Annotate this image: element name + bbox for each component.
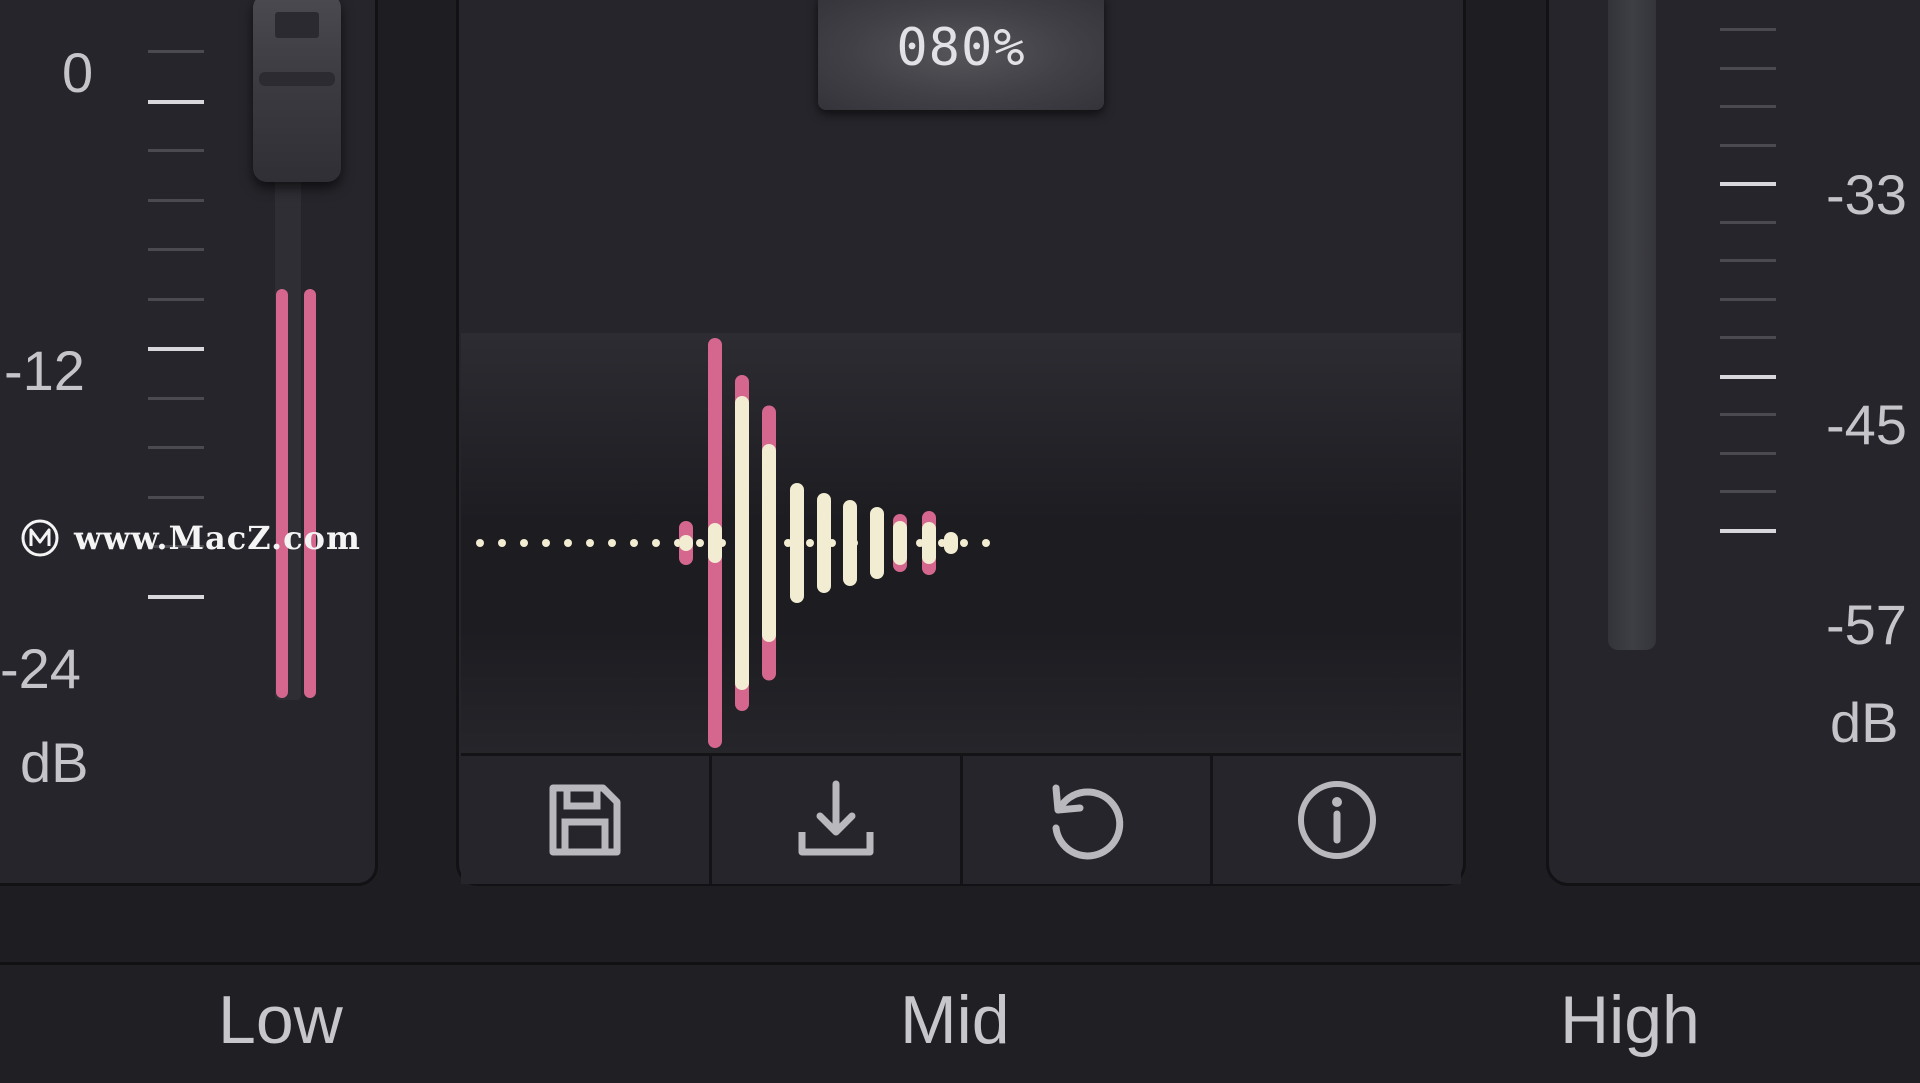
waveform-cream-bar <box>817 493 831 593</box>
waveform-dot <box>586 539 594 547</box>
scale-tick <box>148 248 204 251</box>
download-icon <box>798 780 874 856</box>
scale-tick <box>1720 490 1776 493</box>
low-unit-label: dB <box>20 731 89 794</box>
waveform-dot <box>608 539 616 547</box>
watermark: www.MacZ.com <box>20 518 361 558</box>
scale-tick <box>148 347 204 351</box>
scale-tick <box>148 99 204 104</box>
scale-tick <box>148 446 204 449</box>
waveform-cream-bar <box>679 535 693 551</box>
band-label-high[interactable]: High <box>1560 981 1700 1059</box>
scale-tick <box>1720 297 1776 301</box>
waveform-dot <box>542 539 550 547</box>
waveform-cream-bar <box>843 500 857 586</box>
scale-tick <box>1720 528 1776 533</box>
scale-tick <box>148 594 204 599</box>
waveform-dot <box>498 539 506 547</box>
waveform-cream-bar <box>735 396 749 690</box>
high-scale-label-57: -57 <box>1826 593 1907 656</box>
waveform-dot <box>696 539 704 547</box>
scale-tick <box>1720 66 1776 70</box>
waveform-dot <box>476 539 484 547</box>
info-icon <box>1298 781 1377 859</box>
high-unit-label: dB <box>1830 691 1899 754</box>
high-fader-track[interactable] <box>1608 0 1656 650</box>
save-button[interactable] <box>461 756 712 884</box>
scale-tick <box>148 297 204 301</box>
scale-tick <box>148 149 204 152</box>
scale-tick <box>1720 336 1776 339</box>
low-scale-label-0: 0 <box>62 41 94 104</box>
waveform-dot <box>806 539 814 547</box>
waveform-cream-bar <box>762 444 776 642</box>
band-label-low[interactable]: Low <box>218 981 343 1059</box>
scale-tick <box>148 396 204 400</box>
waveform-dot <box>564 539 572 547</box>
watermark-text: www.MacZ.com <box>74 519 361 557</box>
reset-button[interactable] <box>962 756 1214 884</box>
waveform-dot <box>520 539 528 547</box>
waveform-cream-bar <box>922 522 936 564</box>
reset-icon <box>1052 784 1124 860</box>
info-button[interactable] <box>1213 756 1461 884</box>
macz-logo-icon <box>21 519 59 557</box>
high-scale-label-33: -33 <box>1826 163 1907 226</box>
scale-tick <box>1720 182 1776 186</box>
waveform-dot <box>960 539 968 547</box>
band-label-mid[interactable]: Mid <box>900 981 1010 1059</box>
percent-value: 080% <box>896 18 1026 78</box>
percent-display[interactable]: 080% <box>818 0 1104 110</box>
toolbar <box>461 753 1461 884</box>
scale-tick <box>1720 374 1776 379</box>
waveform-cream-bar <box>708 523 722 563</box>
low-meter-left <box>276 289 288 698</box>
waveform-cream-bar <box>790 483 804 603</box>
waveform-dot <box>982 539 990 547</box>
low-scale-label-12: -12 <box>4 339 85 402</box>
scale-tick <box>1720 143 1776 147</box>
scale-tick <box>1720 105 1776 108</box>
scale-tick <box>148 198 204 202</box>
low-scale-label-24: -24 <box>0 637 81 700</box>
save-icon <box>549 784 621 856</box>
waveform-svg <box>476 338 990 748</box>
low-meter-right <box>304 289 316 698</box>
waveform-cream-bar <box>944 532 958 554</box>
waveform-dot <box>652 539 660 547</box>
waveform-dot <box>630 539 638 547</box>
low-fader-handle[interactable] <box>253 0 341 182</box>
high-scale-label-45: -45 <box>1826 393 1907 456</box>
download-button[interactable] <box>711 756 963 884</box>
scale-tick <box>148 50 204 53</box>
scale-tick <box>1720 413 1776 416</box>
waveform-display <box>461 333 1461 753</box>
waveform-cream-bar <box>870 507 884 579</box>
scale-tick <box>148 495 204 499</box>
scale-tick <box>1720 451 1776 455</box>
scale-tick <box>1720 259 1776 262</box>
scale-tick <box>1720 28 1776 31</box>
scale-tick <box>1720 220 1776 224</box>
waveform-cream-bar <box>893 521 907 565</box>
